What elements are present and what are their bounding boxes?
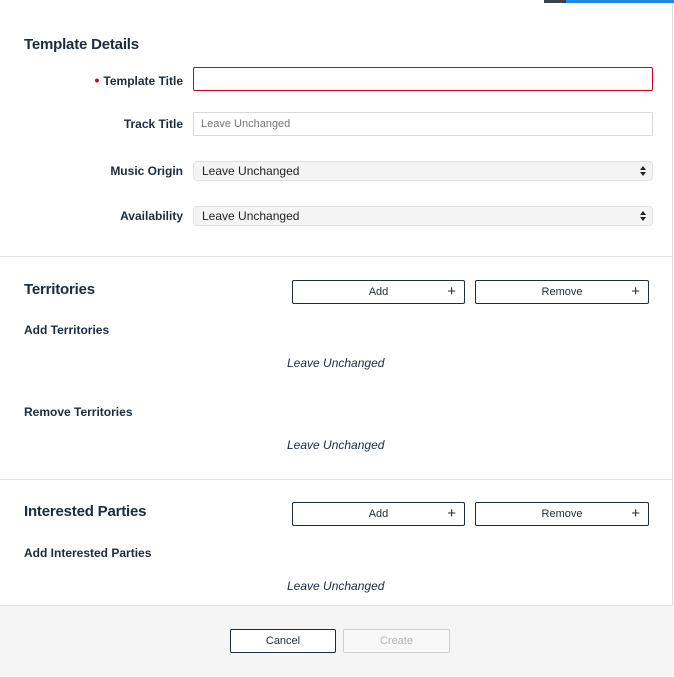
territories-remove-button[interactable]: Remove + xyxy=(475,280,649,304)
availability-label: Availability xyxy=(120,209,183,223)
section-divider xyxy=(0,479,673,480)
add-interested-parties-label: Add Interested Parties xyxy=(24,546,152,560)
add-territories-label: Add Territories xyxy=(24,323,110,337)
create-button[interactable]: Create xyxy=(343,629,450,653)
select-arrows-icon xyxy=(640,166,646,176)
music-origin-select[interactable]: Leave Unchanged xyxy=(193,161,653,181)
plus-icon: + xyxy=(447,283,456,300)
availability-selected: Leave Unchanged xyxy=(202,209,300,223)
cancel-button[interactable]: Cancel xyxy=(230,629,336,653)
territories-heading: Territories xyxy=(24,281,95,298)
plus-icon: + xyxy=(631,505,640,522)
track-title-label: Track Title xyxy=(123,117,183,131)
add-interested-parties-value: Leave Unchanged xyxy=(287,579,385,593)
template-details-heading: Template Details xyxy=(24,36,139,53)
remove-territories-value: Leave Unchanged xyxy=(287,438,385,452)
template-title-input[interactable] xyxy=(193,67,653,91)
interested-parties-heading: Interested Parties xyxy=(24,503,147,520)
template-title-label-text: Template Title xyxy=(103,74,183,88)
modal-frame xyxy=(0,0,673,676)
template-title-label: • Template Title xyxy=(0,72,183,88)
remove-territories-label: Remove Territories xyxy=(24,405,133,419)
interested-parties-remove-button[interactable]: Remove + xyxy=(475,502,649,526)
interested-parties-add-button[interactable]: Add + xyxy=(292,502,465,526)
select-arrows-icon xyxy=(640,211,646,221)
availability-select[interactable]: Leave Unchanged xyxy=(193,206,653,226)
music-origin-label: Music Origin xyxy=(110,164,183,178)
territories-remove-label: Remove xyxy=(541,286,583,298)
plus-icon: + xyxy=(631,283,640,300)
top-strip-dark xyxy=(544,0,566,3)
plus-icon: + xyxy=(447,505,456,522)
territories-add-label: Add xyxy=(368,286,389,298)
top-tab-strip xyxy=(544,0,674,3)
section-divider xyxy=(0,256,673,257)
add-territories-value: Leave Unchanged xyxy=(287,356,385,370)
music-origin-selected: Leave Unchanged xyxy=(202,164,300,178)
territories-add-button[interactable]: Add + xyxy=(292,280,465,304)
modal-footer: Cancel Create xyxy=(0,605,673,676)
track-title-input[interactable] xyxy=(193,112,653,136)
top-strip-accent xyxy=(566,0,674,3)
interested-parties-remove-label: Remove xyxy=(541,508,583,520)
required-dot-icon: • xyxy=(94,72,100,88)
interested-parties-add-label: Add xyxy=(368,508,389,520)
